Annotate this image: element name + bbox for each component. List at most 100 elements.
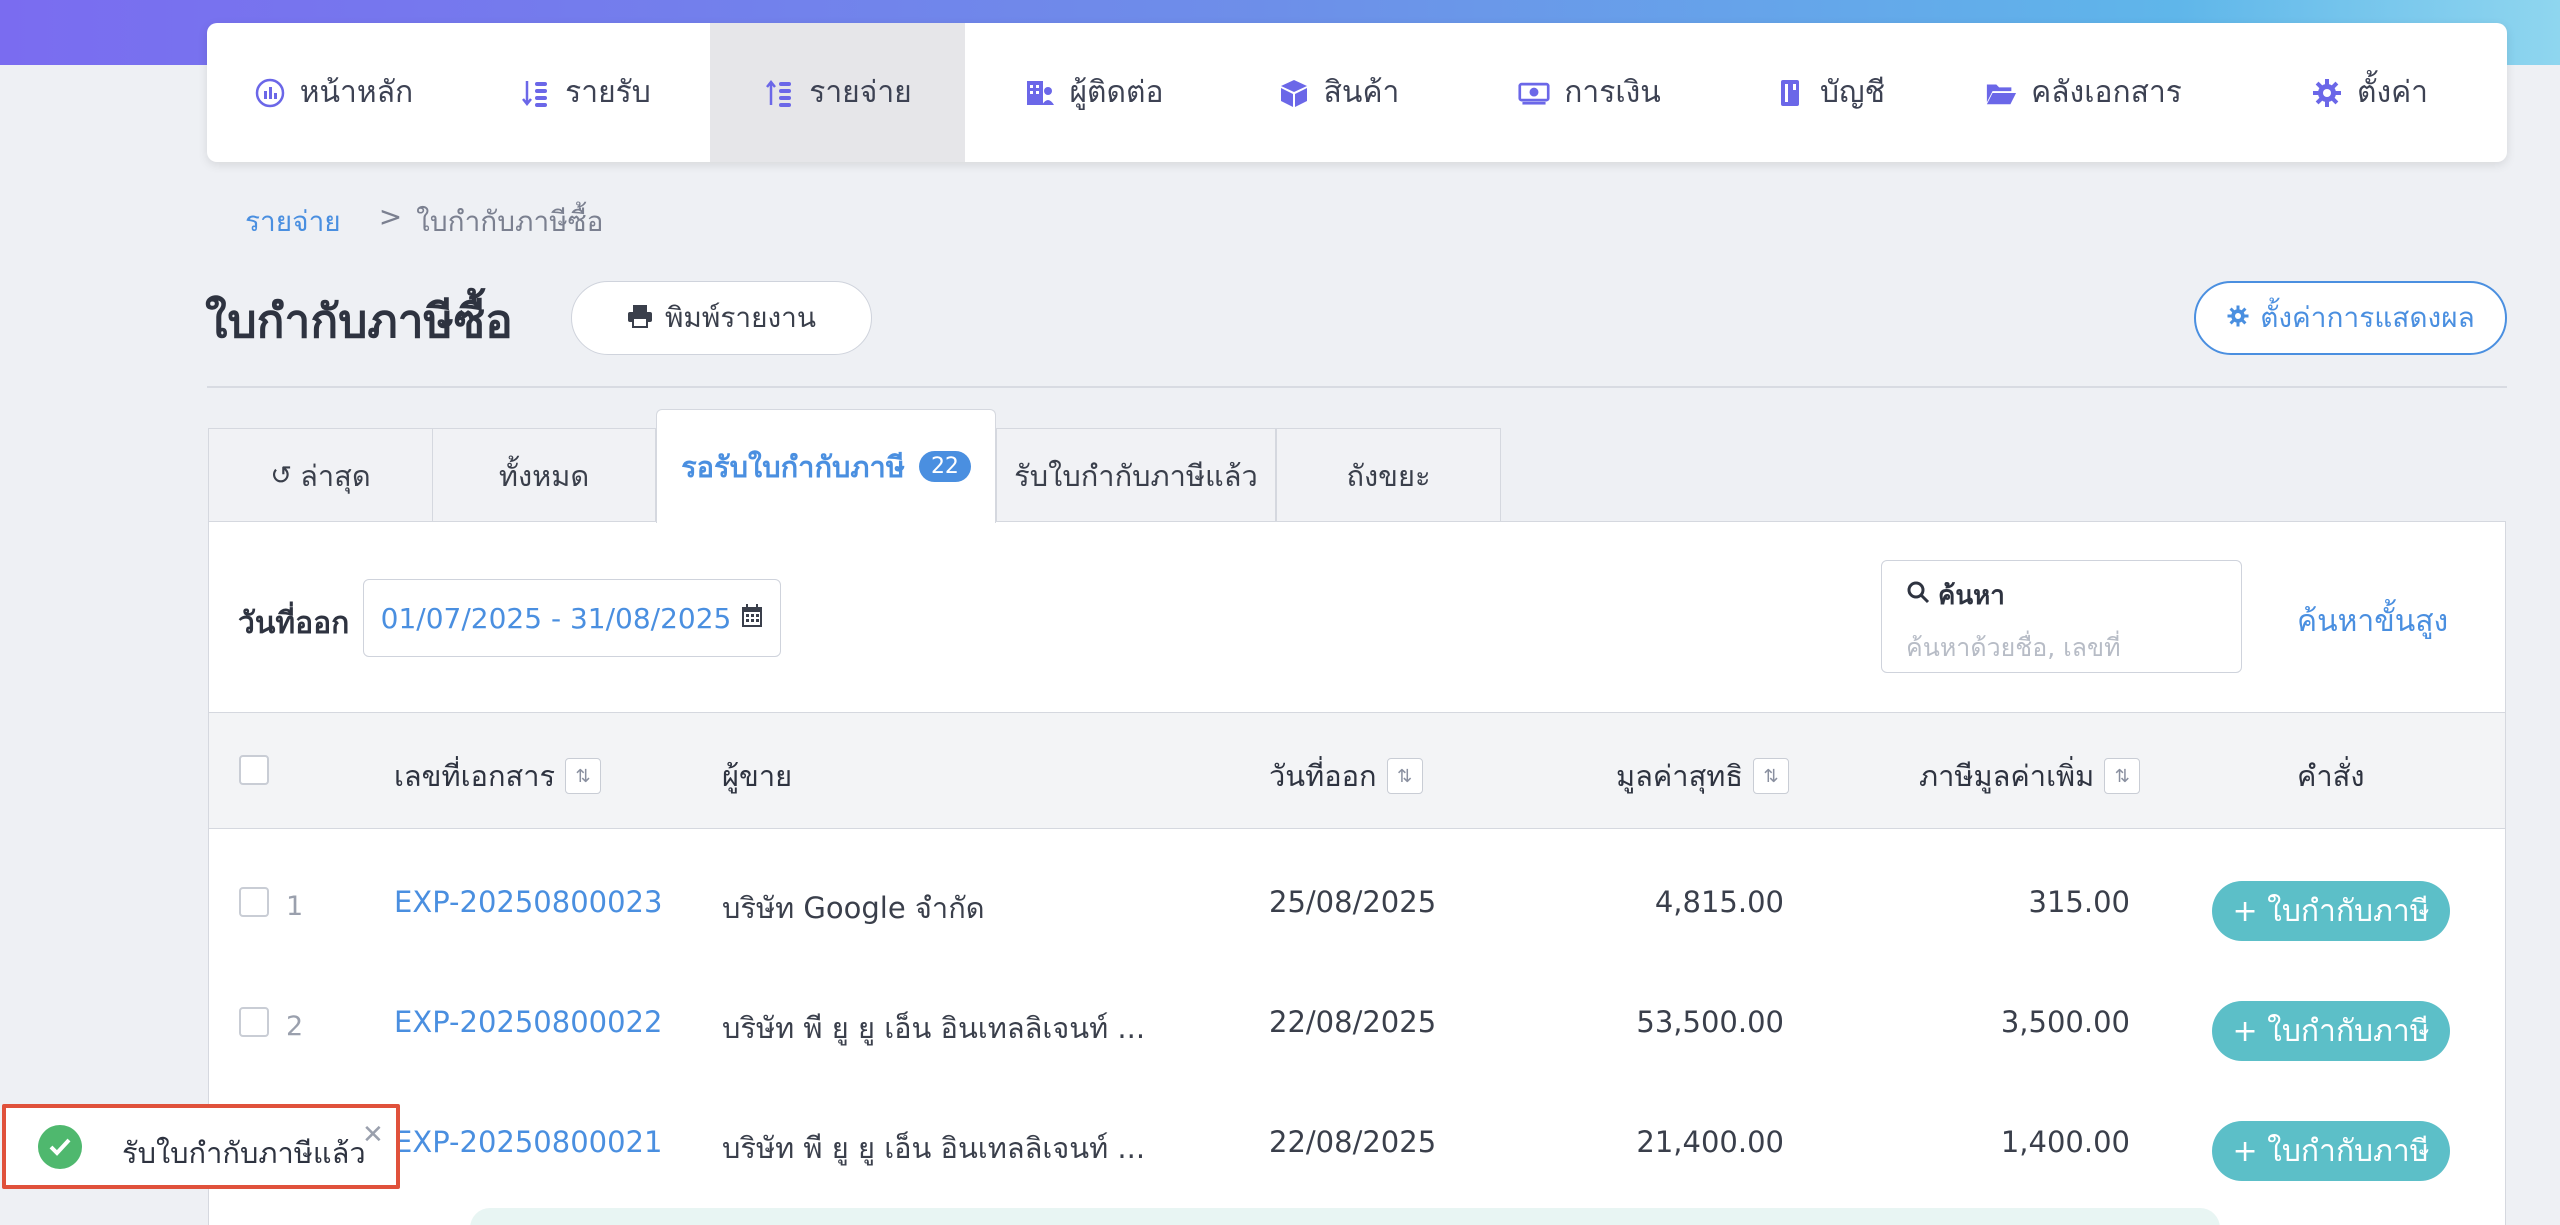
sort-icon[interactable]: ⇅ [1753, 758, 1790, 794]
calendar-icon [741, 602, 763, 635]
vendor-name: บริษัท Google จำกัด [722, 891, 985, 925]
sort-icon[interactable]: ⇅ [565, 758, 602, 794]
tab-all[interactable]: ทั้งหมด [432, 428, 656, 522]
nav-item-settings[interactable]: ตั้งค่า [2232, 23, 2507, 162]
table-row: 3 EXP-20250800021 บริษัท พี ยู ยู เอ็น อ… [209, 1070, 2505, 1190]
net-value: 4,815.00 [1654, 885, 1784, 919]
vat-value: 1,400.00 [2000, 1125, 2130, 1159]
toast-message: รับใบกำกับภาษีแล้ว [122, 1136, 366, 1170]
doc-no-link[interactable]: EXP-20250800021 [394, 1125, 662, 1159]
tab-latest[interactable]: ↺ ล่าสุด [208, 428, 433, 522]
search-label: ค้นหา [1938, 581, 2005, 611]
sort-icon[interactable]: ⇅ [1386, 758, 1423, 794]
vat-value: 3,500.00 [2000, 1005, 2130, 1039]
column-vat[interactable]: ภาษีมูลค่าเพิ่ม ⇅ [1919, 753, 2141, 799]
column-doc-no[interactable]: เลขที่เอกสาร ⇅ [394, 753, 602, 799]
sort-icon[interactable]: ⇅ [2104, 758, 2141, 794]
table-header: เลขที่เอกสาร ⇅ ผู้ขาย วันที่ออก ⇅ มูลค่า… [209, 712, 2505, 829]
nav-item-label: การเงิน [1564, 75, 1661, 110]
tab-awaiting-tax-invoice[interactable]: รอรับใบกำกับภาษี 22 [656, 409, 996, 523]
check-circle-icon [38, 1125, 82, 1169]
dashboard-icon [254, 77, 286, 109]
display-settings-button[interactable]: ตั้งค่าการแสดงผล [2194, 281, 2507, 355]
search-icon [1906, 580, 1930, 611]
column-label: คำสั่ง [2297, 759, 2365, 793]
select-all-checkbox[interactable] [239, 755, 269, 785]
success-toast: รับใบกำกับภาษีแล้ว ✕ [2, 1104, 400, 1189]
display-settings-label: ตั้งค่าการแสดงผล [2260, 301, 2475, 334]
search-header: ค้นหา [1906, 575, 2217, 616]
search-input[interactable]: ค้นหา ค้นหาด้วยชื่อ, เลขที่ [1881, 560, 2242, 673]
tab-label: ถังขยะ [1346, 458, 1431, 493]
net-value: 53,500.00 [1636, 1005, 1784, 1039]
history-icon: ↺ [270, 460, 293, 491]
gear-icon [2311, 77, 2343, 109]
tab-trash[interactable]: ถังขยะ [1276, 428, 1501, 522]
nav-item-label: สินค้า [1323, 75, 1400, 110]
vat-value: 315.00 [2028, 885, 2130, 919]
printer-icon [627, 302, 653, 335]
row-number: 1 [286, 891, 304, 922]
add-tax-invoice-button[interactable]: + ใบกำกับภาษี [2212, 1121, 2450, 1181]
money-icon [1518, 77, 1550, 109]
issue-date: 22/08/2025 [1269, 1005, 1437, 1039]
tab-tax-invoice-received[interactable]: รับใบกำกับภาษีแล้ว [996, 428, 1276, 522]
nav-item-contacts[interactable]: ผู้ติดต่อ [965, 23, 1222, 162]
gear-icon [2226, 302, 2250, 335]
column-label: เลขที่เอกสาร [394, 759, 556, 793]
breadcrumb-current: ใบกำกับภาษีซื้อ [416, 205, 604, 238]
nav-item-label: ตั้งค่า [2356, 75, 2429, 110]
nav-item-income[interactable]: รายรับ [460, 23, 710, 162]
expense-list-icon [763, 77, 795, 109]
doc-no-link[interactable]: EXP-20250800023 [394, 885, 662, 919]
income-list-icon [519, 77, 551, 109]
add-tax-invoice-button[interactable]: + ใบกำกับภาษี [2212, 1001, 2450, 1061]
issue-date-filter-label: วันที่ออก [238, 606, 350, 641]
vendor-name: บริษัท พี ยู ยู เอ็น อินเทลลิเจนท์ ... [722, 1131, 1146, 1165]
column-action: คำสั่ง [2297, 753, 2365, 799]
tab-label: รอรับใบกำกับภาษี [681, 449, 905, 484]
row-number: 2 [286, 1011, 304, 1042]
nav-item-home[interactable]: หน้าหลัก [207, 23, 460, 162]
doc-no-link[interactable]: EXP-20250800022 [394, 1005, 662, 1039]
close-icon[interactable]: ✕ [362, 1120, 384, 1150]
row-checkbox[interactable] [239, 1007, 269, 1037]
print-report-button[interactable]: พิมพ์รายงาน [571, 281, 872, 355]
column-net-value[interactable]: มูลค่าสุทธิ ⇅ [1616, 753, 1790, 799]
nav-item-label: รายรับ [565, 75, 651, 110]
nav-item-documents[interactable]: คลังเอกสาร [1935, 23, 2232, 162]
breadcrumb-separator: > [378, 200, 403, 233]
tab-label: รับใบกำกับภาษีแล้ว [1014, 458, 1258, 493]
column-issue-date[interactable]: วันที่ออก ⇅ [1269, 753, 1423, 799]
main-nav: หน้าหลัก รายรับ รายจ่าย ผู้ติดต่อ สินค้า… [207, 23, 2507, 162]
folder-icon [1985, 77, 2017, 109]
title-divider [207, 386, 2507, 388]
breadcrumb: รายจ่าย > ใบกำกับภาษีซื้อ [245, 200, 603, 244]
nav-item-label: ผู้ติดต่อ [1069, 75, 1164, 110]
advanced-search-link[interactable]: ค้นหาขั้นสูง [2297, 598, 2448, 645]
nav-item-finance[interactable]: การเงิน [1455, 23, 1724, 162]
vendor-name: บริษัท พี ยู ยู เอ็น อินเทลลิเจนท์ ... [722, 1011, 1146, 1045]
breadcrumb-parent-link[interactable]: รายจ่าย [245, 200, 341, 244]
print-report-label: พิมพ์รายงาน [664, 301, 817, 334]
nav-item-expense[interactable]: รายจ่าย [710, 23, 965, 162]
column-label: ภาษีมูลค่าเพิ่ม [1919, 759, 2095, 793]
nav-item-accounting[interactable]: บัญชี [1724, 23, 1935, 162]
date-range-picker[interactable]: 01/07/2025 - 31/08/2025 [363, 579, 781, 657]
nav-item-products[interactable]: สินค้า [1222, 23, 1455, 162]
add-tax-invoice-button[interactable]: + ใบกำกับภาษี [2212, 881, 2450, 941]
tab-label: ทั้งหมด [498, 458, 590, 493]
table-row: 1 EXP-20250800023 บริษัท Google จำกัด 25… [209, 830, 2505, 950]
invoice-panel: วันที่ออก 01/07/2025 - 31/08/2025 ค้นหา … [208, 521, 2506, 1225]
ledger-book-icon [1774, 77, 1806, 109]
column-label: มูลค่าสุทธิ [1616, 759, 1744, 793]
nav-item-label: คลังเอกสาร [2031, 75, 2182, 110]
box-icon [1278, 77, 1310, 109]
bottom-floating-bar [470, 1208, 2220, 1225]
issue-date: 25/08/2025 [1269, 885, 1437, 919]
net-value: 21,400.00 [1636, 1125, 1784, 1159]
date-range-value: 01/07/2025 - 31/08/2025 [380, 601, 732, 635]
count-badge: 22 [918, 451, 971, 482]
row-checkbox[interactable] [239, 887, 269, 917]
nav-item-label: หน้าหลัก [299, 75, 414, 110]
